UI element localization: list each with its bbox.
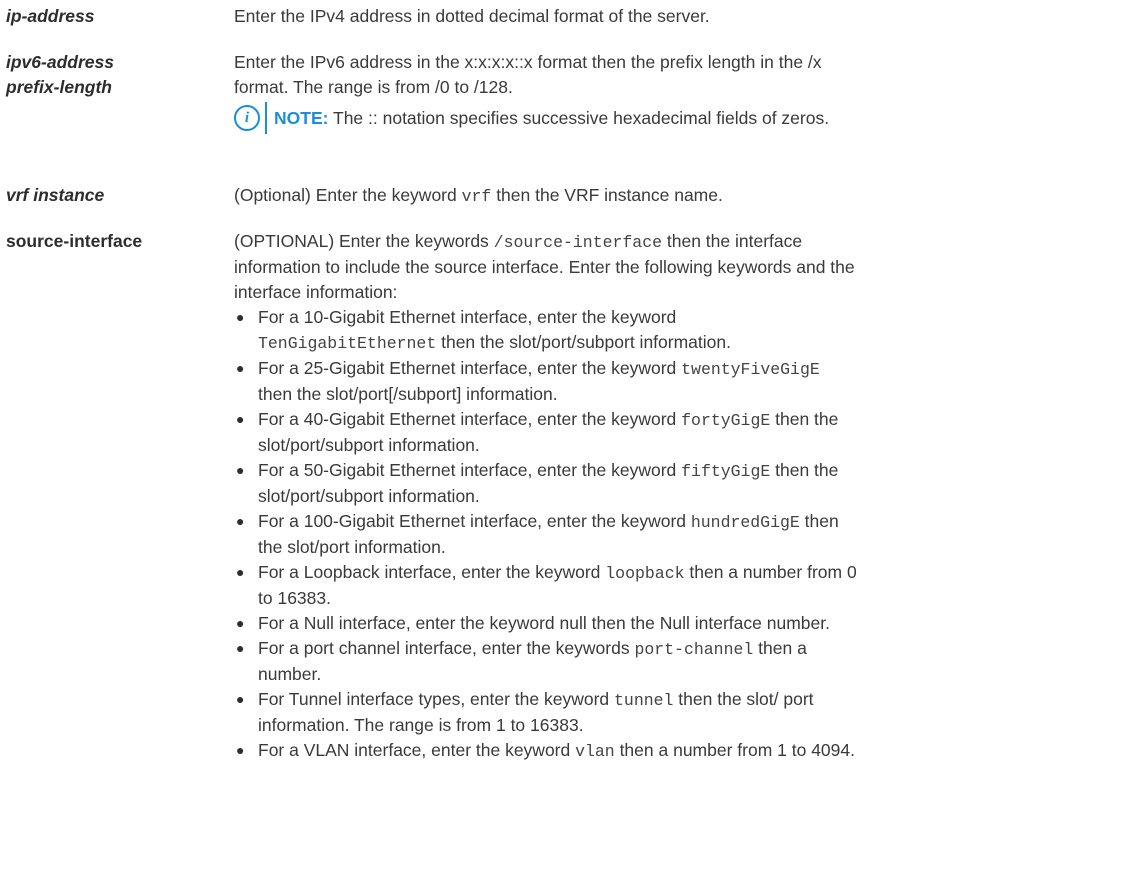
description-line: information to include the source interf… xyxy=(234,257,855,277)
keyword-code: port-channel xyxy=(634,640,754,659)
list-item: ● For a 25-Gigabit Ethernet interface, e… xyxy=(234,356,1134,407)
keyword-code: vlan xyxy=(575,742,615,761)
keyword-code: twentyFiveGigE xyxy=(681,360,820,379)
list-item-line: to 16383. xyxy=(258,588,331,608)
list-item: ● For a Null interface, enter the keywor… xyxy=(234,611,1134,636)
list-item-segment: then xyxy=(799,511,839,531)
list-item: ● For Tunnel interface types, enter the … xyxy=(234,687,1134,738)
description-segment: (OPTIONAL) Enter the keywords xyxy=(234,231,494,251)
list-item-line: For a Null interface, enter the keyword … xyxy=(258,613,830,633)
bullet-icon: ● xyxy=(236,615,245,631)
list-item: ● For a 40-Gigabit Ethernet interface, e… xyxy=(234,407,1134,458)
keyword-code: vrf xyxy=(461,187,492,206)
note-divider xyxy=(265,102,267,134)
list-item-segment: then the xyxy=(770,409,839,429)
bullet-icon: ● xyxy=(236,640,245,656)
list-item-line: For a VLAN interface, enter the keyword … xyxy=(258,738,1134,764)
description-line: (OPTIONAL) Enter the keywords /source-in… xyxy=(234,229,1134,255)
note-text: The :: notation specifies successive hex… xyxy=(328,108,830,128)
bullet-icon: ● xyxy=(236,411,245,427)
list-item-line: For a 25-Gigabit Ethernet interface, ent… xyxy=(258,356,1134,382)
list-item-line: For a port channel interface, enter the … xyxy=(258,636,1134,662)
interface-options-list: ● For a 10-Gigabit Ethernet interface, e… xyxy=(234,305,1134,764)
keyword-code: TenGigabitEthernet xyxy=(258,334,437,353)
list-item-segment: then the slot/ port xyxy=(673,689,814,709)
bullet-icon: ● xyxy=(236,742,245,758)
bullet-icon: ● xyxy=(236,564,245,580)
description-segment: then the interface xyxy=(662,231,803,251)
description-text: (Optional) Enter the keyword vrf then th… xyxy=(234,183,1134,209)
keyword-code: fortyGigE xyxy=(681,411,771,430)
list-item-segment: For a 100-Gigabit Ethernet interface, en… xyxy=(258,511,691,531)
list-item-segment: For Tunnel interface types, enter the ke… xyxy=(258,689,615,709)
param-term: source-interface xyxy=(6,231,143,251)
param-description: Enter the IPv6 address in the x:x:x:x::x… xyxy=(234,50,1134,134)
list-item-segment: For a 50-Gigabit Ethernet interface, ent… xyxy=(258,460,682,480)
param-description: (OPTIONAL) Enter the keywords /source-in… xyxy=(234,229,1134,764)
list-item: ● For a 10-Gigabit Ethernet interface, e… xyxy=(234,305,1134,356)
keyword-code: /source-interface xyxy=(493,233,662,252)
list-item-segment: then the slot/port/subport information. xyxy=(436,332,731,352)
bullet-icon: ● xyxy=(236,309,245,325)
param-term-line: prefix-length xyxy=(6,77,112,97)
list-item-line: then the slot/port[/subport] information… xyxy=(258,384,558,404)
list-item-segment: then a number from 1 to 4094. xyxy=(614,740,855,760)
list-item-segment: then a xyxy=(753,638,807,658)
bullet-icon: ● xyxy=(236,513,245,529)
description-segment: then the VRF instance name. xyxy=(491,185,723,205)
list-item: ● For a port channel interface, enter th… xyxy=(234,636,1134,687)
list-item-segment: then a number from 0 xyxy=(684,562,857,582)
description-line: Enter the IPv6 address in the x:x:x:x::x… xyxy=(234,52,822,72)
bullet-icon: ● xyxy=(236,462,245,478)
param-term-line: ipv6-address xyxy=(6,52,114,72)
list-item-line: the slot/port information. xyxy=(258,537,446,557)
keyword-code: loopback xyxy=(605,564,685,583)
keyword-code: hundredGigE xyxy=(690,513,800,532)
list-item-segment: For a 25-Gigabit Ethernet interface, ent… xyxy=(258,358,682,378)
list-item-line: slot/port/subport information. xyxy=(258,486,480,506)
list-item-line: For a Loopback interface, enter the keyw… xyxy=(258,560,1134,586)
list-item-line: slot/port/subport information. xyxy=(258,435,480,455)
description-text: Enter the IPv4 address in dotted decimal… xyxy=(234,6,710,26)
note-callout: i NOTE: The :: notation specifies succes… xyxy=(234,102,1134,134)
keyword-code: fiftyGigE xyxy=(681,462,771,481)
param-description: Enter the IPv4 address in dotted decimal… xyxy=(234,4,1134,29)
list-item-line: TenGigabitEthernet then the slot/port/su… xyxy=(258,330,1134,356)
list-item-line: For a 100-Gigabit Ethernet interface, en… xyxy=(258,509,1134,535)
param-term: ipv6-address prefix-length xyxy=(6,50,216,100)
bullet-icon: ● xyxy=(236,360,245,376)
info-icon: i xyxy=(234,105,260,131)
bullet-icon: ● xyxy=(236,691,245,707)
list-item-segment: For a VLAN interface, enter the keyword xyxy=(258,740,576,760)
description-line: format. The range is from /0 to /128. xyxy=(234,77,513,97)
list-item: ● For a VLAN interface, enter the keywor… xyxy=(234,738,1134,764)
list-item-segment: For a Loopback interface, enter the keyw… xyxy=(258,562,606,582)
list-item-line: For a 10-Gigabit Ethernet interface, ent… xyxy=(258,307,677,327)
list-item-line: For a 40-Gigabit Ethernet interface, ent… xyxy=(258,407,1134,433)
param-term: ip-address xyxy=(6,6,95,26)
list-item-line: For a 50-Gigabit Ethernet interface, ent… xyxy=(258,458,1134,484)
description-segment: (Optional) Enter the keyword xyxy=(234,185,462,205)
note-label: NOTE: xyxy=(274,108,329,128)
list-item-segment: For a 40-Gigabit Ethernet interface, ent… xyxy=(258,409,682,429)
list-item-segment: For a port channel interface, enter the … xyxy=(258,638,635,658)
list-item-line: number. xyxy=(258,664,322,684)
list-item-segment: then the xyxy=(770,460,839,480)
param-description: (Optional) Enter the keyword vrf then th… xyxy=(234,183,1134,209)
list-item-line: For Tunnel interface types, enter the ke… xyxy=(258,687,1134,713)
list-item: ● For a Loopback interface, enter the ke… xyxy=(234,560,1134,611)
list-item-line: information. The range is from 1 to 1638… xyxy=(258,715,584,735)
list-item: ● For a 50-Gigabit Ethernet interface, e… xyxy=(234,458,1134,509)
param-term: vrf instance xyxy=(6,185,105,205)
keyword-code: tunnel xyxy=(614,691,674,710)
description-line: interface information: xyxy=(234,282,398,302)
list-item: ● For a 100-Gigabit Ethernet interface, … xyxy=(234,509,1134,560)
